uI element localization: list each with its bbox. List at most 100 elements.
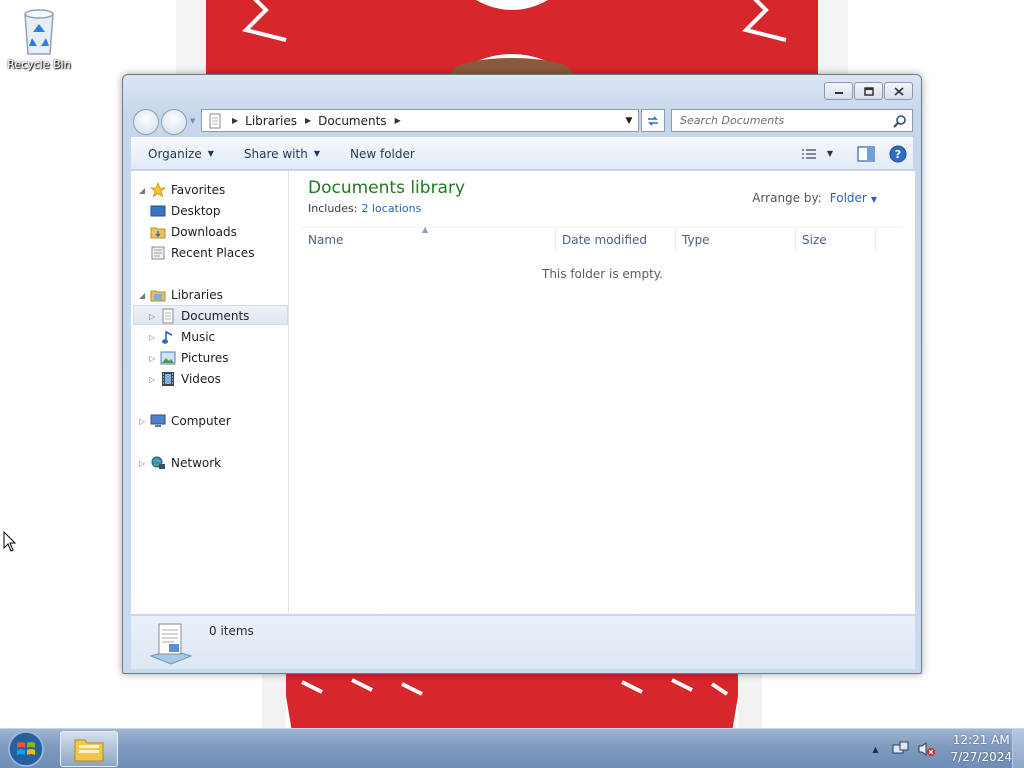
recycle-bin-icon (24, 9, 54, 55)
nav-videos[interactable]: ▷ Videos (149, 369, 221, 389)
column-header-size[interactable]: Size (796, 228, 876, 252)
help-icon[interactable]: ? (889, 145, 907, 163)
library-includes: Includes: 2 locations (308, 202, 421, 215)
nav-favorites[interactable]: ◢ Favorites (139, 180, 225, 200)
preview-pane-icon[interactable] (857, 145, 875, 162)
arrange-by-control[interactable]: Arrange by: Folder ▼ (752, 191, 877, 205)
forward-button[interactable] (161, 109, 187, 135)
red-ribbon-graphic (262, 672, 762, 728)
breadcrumb-documents[interactable]: Documents (318, 114, 386, 128)
downloads-folder-icon (149, 224, 167, 240)
folder-icon (74, 739, 104, 762)
show-desktop-button[interactable] (1012, 729, 1024, 768)
maximize-button[interactable] (854, 82, 883, 100)
search-placeholder: Search Documents (680, 114, 785, 127)
share-with-label: Share with (243, 146, 308, 161)
expanded-chevron-icon[interactable]: ◢ (139, 186, 149, 195)
collapsed-chevron-icon[interactable]: ▷ (149, 354, 159, 363)
breadcrumb-root-arrow-icon[interactable]: ▶ (232, 116, 238, 125)
network-status-icon[interactable] (892, 741, 910, 757)
new-folder-label: New folder (349, 146, 415, 161)
view-dropdown-chevron-icon[interactable]: ▼ (827, 149, 833, 158)
search-icon[interactable] (893, 114, 907, 128)
nav-desktop[interactable]: Desktop (149, 201, 221, 221)
desktop-icon (149, 203, 167, 219)
nav-network[interactable]: ▷ Network (139, 453, 221, 473)
documents-library-icon (149, 623, 193, 665)
refresh-button[interactable] (641, 109, 665, 132)
nav-recent-places[interactable]: Recent Places (149, 243, 254, 263)
column-type-label: Type (682, 233, 710, 247)
system-tray: ▲ 12:21 AM 7/27/2024 (872, 729, 1012, 768)
share-with-button[interactable]: Share with ▼ (235, 138, 329, 169)
sort-ascending-icon: ▲ (422, 225, 429, 234)
address-history-dropdown-icon[interactable]: ▼ (620, 110, 638, 131)
navigation-pane: ◢ Favorites Desktop Downloads Recent Pla… (131, 171, 289, 614)
collapsed-chevron-icon[interactable]: ▷ (149, 312, 159, 321)
computer-icon (149, 413, 167, 429)
start-button[interactable] (6, 730, 46, 768)
column-name-label: Name (308, 233, 344, 247)
item-count: 0 items (209, 624, 254, 638)
organize-button[interactable]: Organize ▼ (139, 138, 223, 169)
recent-places-icon (149, 245, 167, 261)
organize-label: Organize (148, 146, 202, 161)
column-date-label: Date modified (562, 233, 648, 247)
show-hidden-icons-chevron-icon[interactable]: ▲ (872, 745, 878, 754)
details-pane: 0 items (131, 615, 915, 669)
collapsed-chevron-icon[interactable]: ▷ (139, 459, 149, 468)
refresh-icon (648, 115, 658, 126)
command-bar: Organize ▼ Share with ▼ New folder ▼ ? (131, 137, 913, 170)
back-button[interactable] (133, 109, 159, 135)
column-header-type[interactable]: Type (676, 228, 796, 252)
nav-documents[interactable]: ▷ Documents (149, 306, 249, 326)
caption-buttons (824, 82, 913, 100)
nav-libraries[interactable]: ◢ Libraries (139, 285, 223, 305)
nav-downloads-label: Downloads (171, 225, 237, 239)
nav-computer[interactable]: ▷ Computer (139, 411, 231, 431)
libraries-icon (149, 287, 167, 303)
toolbar-right-controls: ▼ ? (801, 138, 907, 169)
chevron-down-icon: ▼ (870, 195, 877, 204)
volume-muted-icon[interactable] (918, 741, 936, 757)
breadcrumb-end-arrow-icon[interactable]: ▶ (395, 116, 401, 125)
recycle-bin-label: Recycle Bin (7, 58, 71, 71)
taskbar-windows-explorer[interactable] (60, 731, 118, 767)
change-view-button[interactable]: ▼ (801, 148, 833, 160)
recent-pages-chevron-icon[interactable]: ▼ (190, 117, 195, 125)
library-title: Documents library (308, 178, 466, 198)
nav-computer-label: Computer (171, 414, 231, 428)
nav-desktop-label: Desktop (171, 204, 221, 218)
collapsed-chevron-icon[interactable]: ▷ (149, 333, 159, 342)
new-folder-button[interactable]: New folder (341, 138, 424, 169)
address-row: ▼ ▶ Libraries ▶ Documents ▶ ▼ Search Doc… (131, 105, 913, 135)
nav-music-label: Music (181, 330, 216, 344)
collapsed-chevron-icon[interactable]: ▷ (139, 417, 149, 426)
column-header-date-modified[interactable]: Date modified (556, 228, 676, 252)
clock[interactable]: 12:21 AM 7/27/2024 (950, 732, 1012, 766)
expanded-chevron-icon[interactable]: ◢ (139, 291, 149, 300)
file-list-pane[interactable]: Documents library Includes: 2 locations A… (290, 171, 915, 614)
breadcrumb-libraries[interactable]: Libraries (245, 114, 297, 128)
recycle-bin-shortcut[interactable]: Recycle Bin (6, 6, 72, 71)
close-button[interactable] (884, 82, 913, 100)
windows-logo-icon (8, 731, 44, 767)
breadcrumb-arrow-icon[interactable]: ▶ (305, 116, 311, 125)
locations-link[interactable]: 2 locations (361, 202, 421, 215)
music-note-icon (159, 329, 177, 345)
nav-pictures-label: Pictures (181, 351, 229, 365)
column-header-name[interactable]: ▲ Name (302, 225, 556, 252)
nav-pictures[interactable]: ▷ Pictures (149, 348, 229, 368)
close-icon (893, 86, 904, 96)
address-bar[interactable]: ▶ Libraries ▶ Documents ▶ ▼ (201, 109, 639, 132)
nav-documents-label: Documents (181, 309, 250, 323)
minimize-button[interactable] (824, 82, 853, 100)
collapsed-chevron-icon[interactable]: ▷ (149, 375, 159, 384)
library-doc-icon (208, 113, 222, 129)
nav-music[interactable]: ▷ Music (149, 327, 215, 347)
nav-downloads[interactable]: Downloads (149, 222, 237, 242)
clock-date: 7/27/2024 (950, 750, 1012, 764)
empty-folder-message: This folder is empty. (542, 267, 663, 281)
arrange-by-label: Arrange by: (752, 191, 822, 205)
search-box[interactable]: Search Documents (671, 109, 913, 132)
